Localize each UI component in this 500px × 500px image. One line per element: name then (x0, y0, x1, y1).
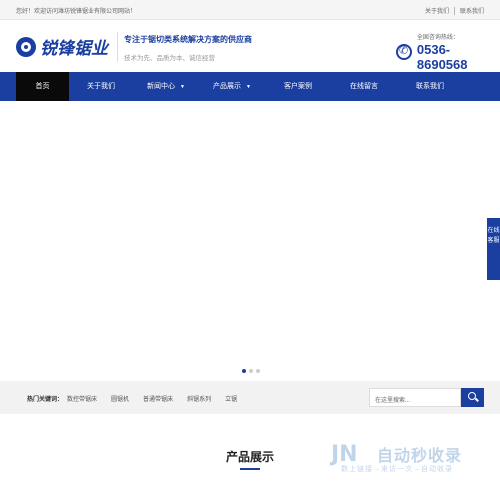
watermark-main-text: 自动秒收录 (377, 448, 463, 465)
nav-label: 关于我们 (87, 83, 115, 90)
hot-keyword-link[interactable]: 数控带锯床 (67, 394, 97, 403)
nav-item-message[interactable]: 在线留言 (331, 72, 397, 101)
nav-label: 产品展示 (213, 83, 242, 90)
chevron-down-icon: ▼ (180, 84, 185, 90)
carousel-dot[interactable] (242, 369, 246, 373)
section-title-underline (240, 468, 260, 470)
welcome-text: 您好！欢迎访问潍坊锐锋锯业有限公司网站！ (16, 9, 137, 15)
logo-text: 锐锋锯业 (40, 39, 108, 58)
top-link-separator (453, 6, 455, 15)
hero-banner[interactable] (0, 101, 500, 381)
nav-item-news[interactable]: 新闻中心 ▼ (133, 72, 199, 101)
hot-keyword-link[interactable]: 斜锯系列 (187, 394, 211, 403)
main-nav: 首页 关于我们 新闻中心 ▼ 产品展示 ▼ 客户案例 在线留言 联系我们 (0, 72, 500, 101)
search-input[interactable]: 在这里搜索... (369, 388, 461, 407)
chevron-down-icon: ▼ (246, 84, 251, 90)
nav-item-products[interactable]: 产品展示 ▼ (199, 72, 265, 101)
hot-keyword-link[interactable]: 圆锯机 (111, 394, 129, 403)
slogan-main: 专注于锯切类系统解决方案的供应商 (124, 35, 252, 44)
nav-label: 首页 (35, 83, 50, 90)
nav-label: 客户案例 (284, 83, 312, 90)
nav-label: 新闻中心 (147, 83, 176, 90)
watermark-sub-text: 数上链接→来访一次→自动收录 (341, 466, 453, 473)
hotline-number: 0536-8690568 (416, 42, 468, 72)
hot-keyword-link[interactable]: 立锯 (225, 394, 237, 403)
search-button[interactable] (461, 388, 484, 407)
nav-label: 联系我们 (416, 83, 444, 90)
top-link-contact[interactable]: 联系我们 (460, 6, 484, 15)
hot-keyword-link[interactable]: 普通带锯床 (143, 394, 173, 403)
search-box: 在这里搜索... (369, 388, 484, 407)
logo-mark-icon (16, 36, 36, 57)
site-logo[interactable]: 锐锋锯业 (16, 34, 108, 59)
nav-item-about[interactable]: 关于我们 (69, 72, 133, 101)
top-links: 关于我们 联系我们 (425, 6, 484, 15)
hot-keywords-label: 热门关键词： (27, 397, 64, 403)
watermark: JN 自动秒收录 数上链接→来访一次→自动收录 (331, 440, 485, 476)
nav-item-contact[interactable]: 联系我们 (397, 72, 463, 101)
header-divider (117, 32, 118, 62)
hotline: 全国咨询热线： 0536-8690568 (396, 32, 500, 72)
phone-icon (396, 44, 412, 60)
hotline-label: 全国咨询热线： (416, 35, 459, 41)
nav-item-cases[interactable]: 客户案例 (265, 72, 331, 101)
carousel-dots (242, 369, 263, 373)
top-bar: 您好！欢迎访问潍坊锐锋锯业有限公司网站！ 关于我们 联系我们 (0, 0, 500, 20)
slogan-sub: 技术为先、品质为本、诚信经营 (124, 55, 215, 62)
slogan: 专注于锯切类系统解决方案的供应商 技术为先、品质为本、诚信经营 (124, 34, 252, 62)
nav-item-home[interactable]: 首页 (16, 72, 69, 101)
nav-label: 在线留言 (350, 83, 378, 90)
header: 锐锋锯业 专注于锯切类系统解决方案的供应商 技术为先、品质为本、诚信经营 全国咨… (0, 20, 500, 72)
carousel-dot[interactable] (249, 369, 253, 373)
top-link-about[interactable]: 关于我们 (425, 6, 449, 15)
carousel-dot[interactable] (256, 369, 260, 373)
online-service-tab[interactable]: 在线客服 (487, 218, 500, 280)
